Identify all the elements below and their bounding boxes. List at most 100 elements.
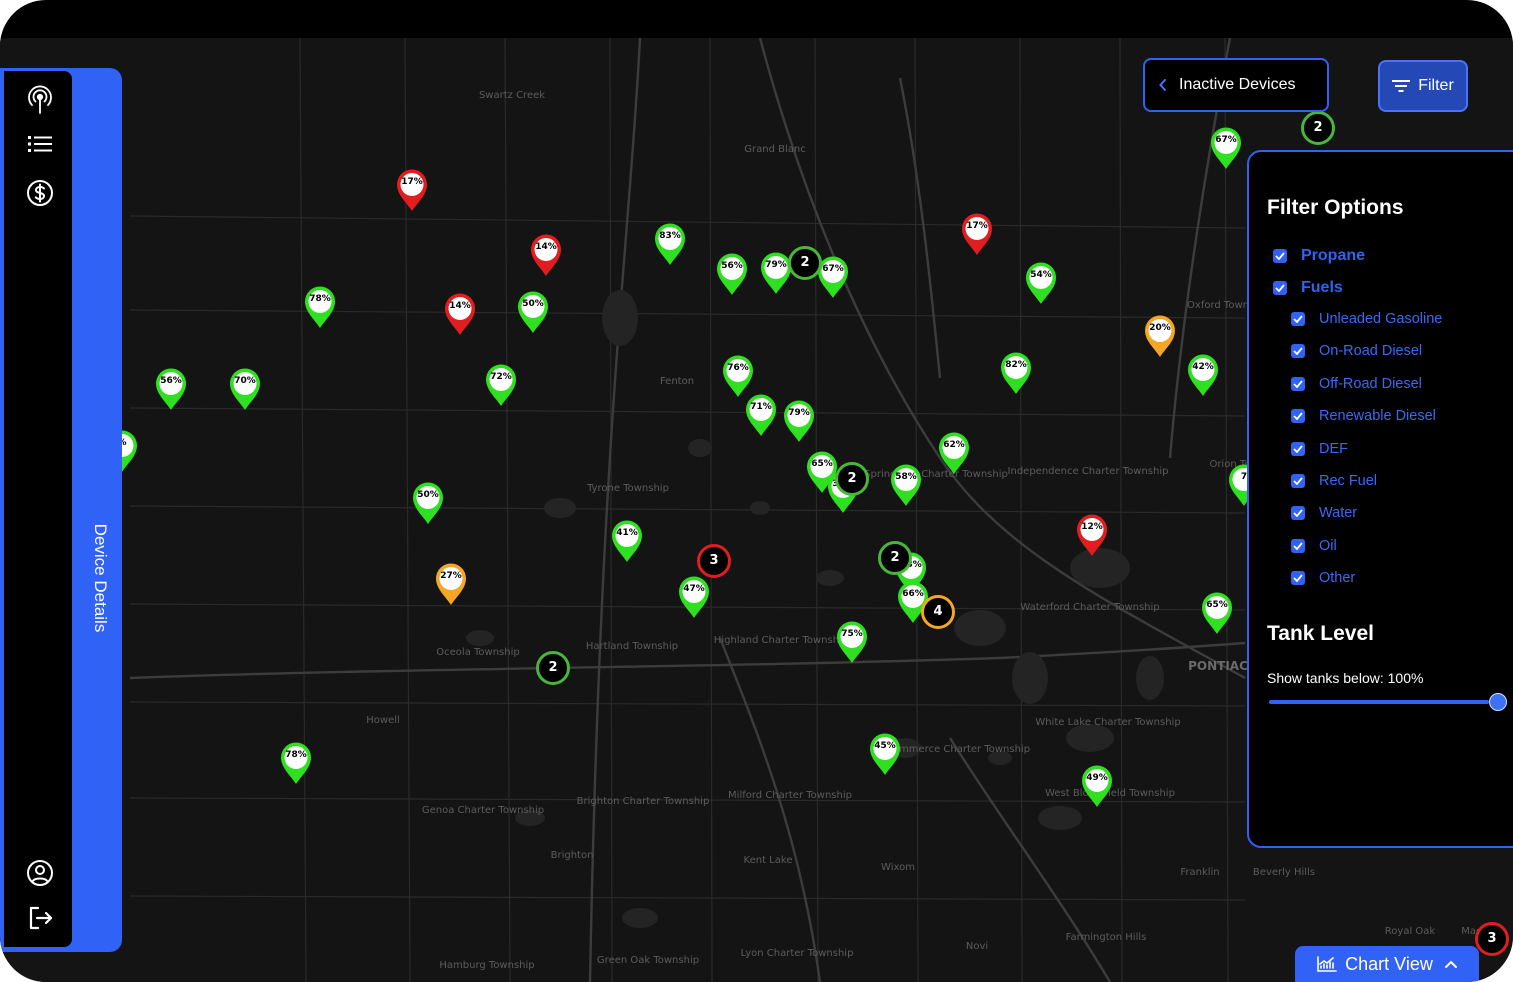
device-details-tab[interactable]: Device Details [90,524,110,633]
logout-icon[interactable] [24,902,56,934]
user-icon[interactable] [24,857,56,889]
map-pin-red[interactable]: 17% [395,168,429,214]
map-place-label: Brighton [550,850,594,861]
map-pin-green[interactable]: 56% [154,367,188,413]
map-pin-label: 82% [1005,360,1027,370]
map-place-label: Royal Oak [1384,926,1436,937]
map-pin-green[interactable]: 41% [610,519,644,565]
map-pin-green[interactable]: 82% [999,351,1033,397]
map-pin-green[interactable]: 50% [516,290,550,336]
map-pin-green[interactable]: 65% [1200,591,1234,637]
map-marker-icon [156,368,186,410]
map-pin-label: 79% [788,408,810,418]
map-place-label: Howell [366,715,400,726]
map-marker-icon [962,213,992,255]
check-icon [1291,474,1305,488]
map-cluster-orange[interactable]: 4 [921,595,955,629]
map-place-label: Franklin [1180,867,1220,878]
map-pin-green[interactable]: 67% [1209,126,1243,172]
map-cluster-green[interactable]: 2 [1301,111,1335,145]
fuel-type-label: Oil [1319,537,1337,554]
map-pin-orange[interactable]: 27% [434,562,468,608]
map-place-label: Wixom [881,862,915,873]
map-marker-icon [531,234,561,276]
fuel-type-label: Off-Road Diesel [1319,375,1422,392]
map-place-label: Milford Charter Township [728,790,852,801]
map-place-label: Farmington Hills [1065,932,1147,943]
map-pin-green[interactable]: 72% [484,363,518,409]
map-place-label: White Lake Charter Township [1035,717,1181,728]
map-place-label: Novi [965,941,989,952]
map-cluster-green[interactable]: 2 [878,541,912,575]
map-pin-label: 65% [811,459,833,469]
map-pin-green[interactable]: 62% [937,431,971,477]
tank-level-slider[interactable] [1269,700,1489,704]
map-pin-label: 58% [895,472,917,482]
map-cluster-green[interactable]: 2 [536,651,570,685]
map-pin-red[interactable]: 17% [960,212,994,258]
check-icon [1291,538,1305,553]
antenna-icon[interactable] [24,84,56,116]
map-pin-label: 78% [309,294,331,304]
filter-button[interactable]: Filter [1378,60,1468,112]
map-marker-icon [1082,765,1112,807]
map-marker-icon [1188,354,1218,396]
map-pin-green[interactable]: 45% [868,732,902,778]
fuel-type-checkbox[interactable]: Other [1291,570,1355,586]
app-frame: Swartz Creek Grand Blanc Fenton Tyrone Town… [0,0,1513,982]
map-pin-green[interactable]: 78% [303,285,337,331]
map-marker-icon [939,432,969,474]
map-pin-label: 67% [1215,135,1237,145]
map-marker-icon [397,169,427,211]
fuel-type-checkbox[interactable]: Rec Fuel [1291,473,1377,489]
map-pin-green[interactable]: 50% [411,481,445,527]
map-pin-green[interactable]: 83% [653,222,687,268]
map-pin-green[interactable]: 75% [835,620,869,666]
tank-level-slider-thumb[interactable] [1489,693,1507,711]
map-cluster-red[interactable]: 3 [1475,922,1509,956]
map-pin-green[interactable]: 71% [744,393,778,439]
map-place-label: Beverly Hills [1252,867,1316,878]
fuel-type-checkbox[interactable]: Oil [1291,538,1337,554]
sidebar-nav [4,71,72,947]
map-marker-icon [305,286,335,328]
map-pin-green[interactable]: 54% [1024,261,1058,307]
map-marker-icon [486,364,516,406]
map-pin-green[interactable]: 49% [1080,764,1114,810]
chart-view-button[interactable]: Chart View [1295,946,1479,982]
map-pin-green[interactable]: 79% [782,399,816,445]
map-pin-green[interactable]: 58% [889,463,923,509]
map-pin-green[interactable]: 70% [228,367,262,413]
propane-label: Propane [1301,247,1366,264]
fuel-type-checkbox[interactable]: On-Road Diesel [1291,343,1422,359]
inactive-devices-button[interactable]: Inactive Devices [1143,58,1329,112]
map-marker-icon [436,563,466,605]
map-cluster-green[interactable]: 2 [788,246,822,280]
map-cluster-red[interactable]: 3 [697,544,731,578]
fuel-type-checkbox[interactable]: Off-Road Diesel [1291,376,1422,392]
fuel-type-label: Renewable Diesel [1319,408,1436,425]
map-pin-orange[interactable]: 20% [1143,314,1177,360]
map-pin-red[interactable]: 14% [529,233,563,279]
map-place-label: Swartz Creek [478,90,546,101]
dollar-icon[interactable] [24,177,56,209]
map-pin-red[interactable]: 12% [1075,513,1109,559]
map-cluster-green[interactable]: 2 [835,462,869,496]
map-pin-green[interactable]: 78% [279,741,313,787]
fuel-type-checkbox[interactable]: Renewable Diesel [1291,408,1436,424]
fuel-type-label: Other [1319,570,1356,587]
list-icon[interactable] [24,128,56,160]
fuel-type-label: Water [1319,505,1358,522]
propane-checkbox[interactable]: Propane [1273,247,1365,265]
fuel-type-checkbox[interactable]: Unleaded Gasoline [1291,311,1442,327]
map-marker-icon [717,253,747,295]
map-pin-label: 71% [750,402,772,412]
map-pin-green[interactable]: 56% [715,252,749,298]
map-pin-label: 49% [1086,773,1108,783]
map-pin-green[interactable]: 42% [1186,353,1220,399]
fuels-checkbox[interactable]: Fuels [1273,279,1343,297]
map-pin-green[interactable]: 47% [677,575,711,621]
fuel-type-checkbox[interactable]: DEF [1291,441,1348,457]
fuel-type-checkbox[interactable]: Water [1291,505,1357,521]
map-pin-red[interactable]: 14% [443,292,477,338]
